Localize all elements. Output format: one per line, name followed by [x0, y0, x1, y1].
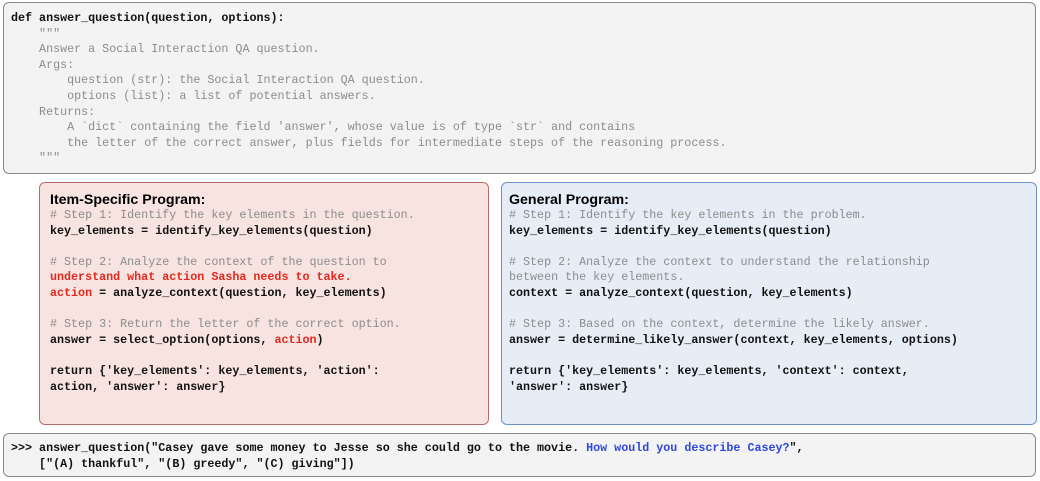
return-line-1: return {'key_elements': key_elements, 'a… — [50, 363, 380, 378]
return-line-2: 'answer': answer} — [509, 379, 629, 394]
step2-code: context = analyze_context(question, key_… — [509, 285, 853, 300]
return-line-2: action, 'answer': answer} — [50, 379, 226, 394]
step1-code: key_elements = identify_key_elements(que… — [50, 223, 373, 238]
example-options-line: ["(A) thankful", "(B) greedy", "(C) givi… — [11, 456, 355, 471]
docstring-line: question (str): the Social Interaction Q… — [11, 73, 425, 88]
example-call-line: >>> answer_question("Casey gave some mon… — [11, 441, 1035, 457]
return-line-1: return {'key_elements': key_elements, 'c… — [509, 363, 909, 378]
step1-code: key_elements = identify_key_elements(que… — [509, 223, 832, 238]
step2-code: action = analyze_context(question, key_e… — [50, 286, 488, 302]
step3-comment: # Step 3: Return the letter of the corre… — [50, 317, 401, 332]
general-program-panel: General Program: # Step 1: Identify the … — [501, 182, 1037, 425]
function-signature: def answer_question(question, options): — [11, 11, 285, 25]
step3-code: answer = determine_likely_answer(context… — [509, 332, 958, 347]
docstring-line: A `dict` containing the field 'answer', … — [11, 120, 636, 135]
step2-comment-cont: between the key elements. — [509, 270, 685, 285]
call-prefix: >>> answer_question("Casey gave some mon… — [11, 441, 587, 455]
step1-comment: # Step 1: Identify the key elements in t… — [509, 208, 867, 222]
item-specific-program-panel: Item-Specific Program: # Step 1: Identif… — [39, 182, 489, 425]
docstring-close: """ — [11, 151, 61, 166]
docstring-line: the letter of the correct answer, plus f… — [11, 135, 727, 150]
step2-comment: # Step 2: Analyze the context to underst… — [509, 254, 930, 269]
docstring-line: Returns: — [11, 104, 96, 119]
step3-comment: # Step 3: Based on the context, determin… — [509, 317, 930, 332]
step2-code-rest: = analyze_context(question, key_elements… — [92, 285, 387, 300]
function-signature-panel: def answer_question(question, options): … — [3, 2, 1036, 174]
step3-code-pre: answer = select_option(options, — [50, 332, 275, 347]
docstring-open: """ — [11, 26, 61, 41]
step3-code: answer = select_option(options, action) — [50, 333, 488, 349]
docstring-line: Answer a Social Interaction QA question. — [11, 42, 320, 57]
docstring-line: options (list): a list of potential answ… — [11, 88, 376, 103]
step2-comment-highlight: understand what action Sasha needs to ta… — [50, 270, 352, 285]
step2-comment: # Step 2: Analyze the context of the que… — [50, 254, 387, 269]
step3-code-post: ) — [316, 332, 324, 347]
step1-comment: # Step 1: Identify the key elements in t… — [50, 208, 415, 222]
call-suffix: ", — [789, 441, 804, 455]
question-highlight: How would you describe Casey? — [586, 441, 790, 455]
general-title: General Program: — [509, 192, 629, 208]
action-variable: action — [50, 285, 93, 300]
action-argument: action — [274, 332, 317, 347]
item-specific-title: Item-Specific Program: — [50, 192, 206, 208]
docstring-line: Args: — [11, 57, 75, 72]
example-call-panel: >>> answer_question("Casey gave some mon… — [3, 433, 1036, 477]
